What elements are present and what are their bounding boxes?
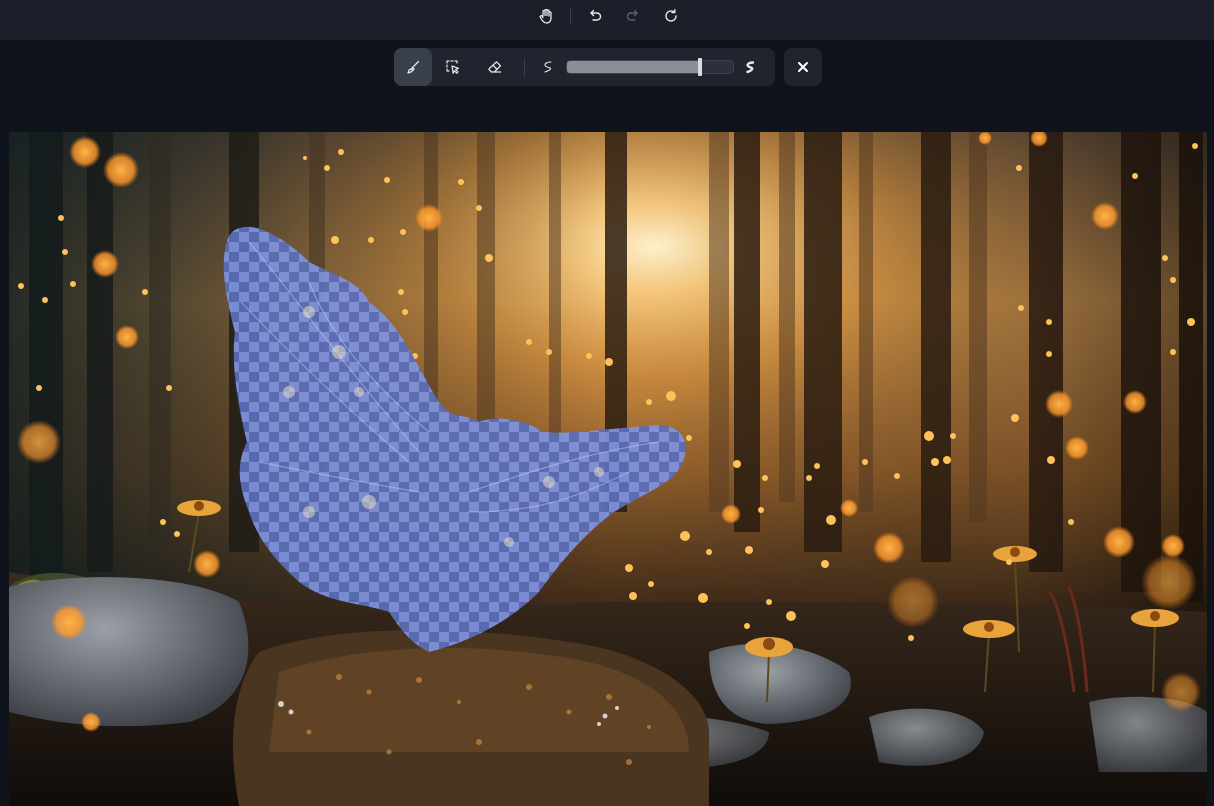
brush-tool-button[interactable]	[394, 48, 432, 86]
brush-size-fill	[567, 61, 702, 73]
top-toolbar	[0, 0, 1214, 40]
image-canvas[interactable]	[9, 132, 1207, 806]
redo-button[interactable]	[620, 4, 646, 28]
undo-button[interactable]	[582, 4, 608, 28]
eraser-tool-button[interactable]	[476, 48, 514, 86]
brush-size-thumb[interactable]	[698, 58, 703, 76]
redo-icon	[626, 9, 638, 21]
eraser-icon	[488, 61, 502, 73]
refresh-icon	[665, 9, 677, 22]
close-icon	[798, 62, 808, 72]
brush-size-min	[534, 48, 562, 86]
thin-stroke-icon	[544, 61, 552, 73]
pan-tool-button[interactable]	[533, 4, 559, 28]
brush-size-max	[738, 48, 762, 86]
close-mask-button[interactable]	[784, 48, 822, 86]
thick-stroke-icon	[746, 61, 755, 74]
edit-image	[9, 132, 1207, 806]
smart-select-tool-button[interactable]	[434, 48, 472, 86]
toolbar-divider	[524, 58, 525, 76]
brush-icon	[407, 60, 420, 74]
brush-size-slider[interactable]	[566, 60, 734, 74]
reset-button[interactable]	[658, 4, 684, 28]
smart-select-icon	[446, 60, 460, 74]
mask-toolbar	[394, 48, 775, 86]
undo-icon	[590, 9, 602, 21]
hand-icon	[539, 8, 552, 24]
toolbar-divider	[570, 7, 571, 25]
